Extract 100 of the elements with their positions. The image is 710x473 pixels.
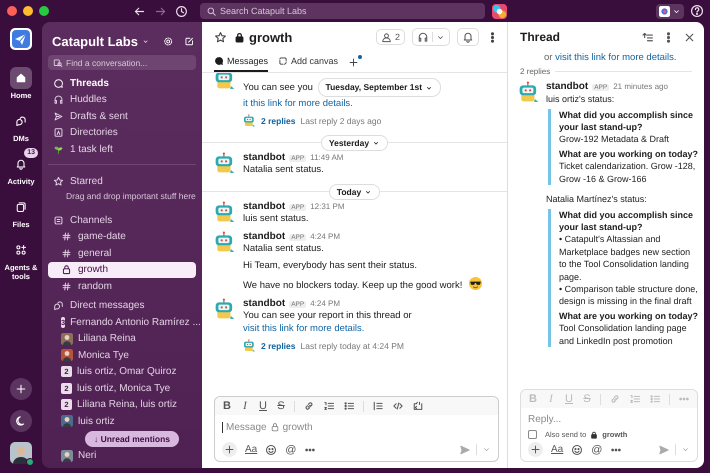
emoji-icon[interactable] [571,444,584,456]
home-icon [15,72,27,84]
search-icon [53,58,63,68]
add-button[interactable] [528,442,543,457]
message-time: 21 minutes ago [613,82,668,91]
speech-bubble-icon [214,56,224,66]
back-arrow-icon[interactable] [133,4,146,18]
person-icon [380,32,392,42]
notifications-button[interactable] [457,28,479,46]
quote-icon[interactable] [372,400,384,412]
dm-item[interactable]: Neri [48,448,196,464]
list-icon[interactable] [641,30,654,44]
message-field[interactable]: Message growth [215,415,498,439]
nav-item[interactable]: Threads [48,75,196,92]
date-pill[interactable]: Tuesday, September 1st [318,78,442,97]
channel-item[interactable]: general [48,245,196,262]
workspace-switcher[interactable] [656,4,684,18]
section-header[interactable]: Channels [48,212,196,228]
chat-bubbles-icon [15,115,27,127]
members-button[interactable]: 2 [376,29,405,45]
workspace-name[interactable]: Catapult Labs [52,34,138,48]
question-text: What are you working on today? [559,148,698,160]
bold-button[interactable]: B [222,400,232,412]
history-icon[interactable] [175,4,188,18]
forward-arrow-icon[interactable] [154,4,167,18]
settings-icon[interactable] [163,34,174,48]
files-icon [15,201,27,213]
numbered-list-icon[interactable] [323,400,335,412]
author-name[interactable]: standbot [243,201,286,212]
unread-mentions-button[interactable]: ↓ Unread mentions [84,430,180,446]
chat-bubbles-icon [53,300,64,312]
channel-item[interactable]: growth [48,262,196,278]
channel-item[interactable]: game-date [48,228,196,245]
link-icon[interactable] [303,400,315,412]
underline-button[interactable]: U [258,400,268,412]
date-pill[interactable]: Today [328,184,380,200]
search-field[interactable]: Find a conversation... [48,55,196,70]
channel-item[interactable]: random [48,278,196,294]
dm-item[interactable]: luis ortiz [48,413,196,430]
author-name[interactable]: standbot [243,298,286,309]
minimize-window-button[interactable] [23,6,33,16]
theme-button[interactable] [10,410,32,432]
lock-icon [590,430,598,438]
replies-link[interactable]: 2 replies [261,340,296,350]
message-text: luis sent status. [243,213,308,224]
message-text: Natalia sent status. [243,243,324,254]
section-header[interactable]: Starred [48,174,196,190]
author-name[interactable]: standbot [243,231,286,242]
nav-label: Directories [70,127,118,138]
section-header[interactable]: Direct messages [48,298,196,314]
mention-button[interactable]: @ [285,444,296,456]
close-icon[interactable] [683,30,696,44]
channel-title[interactable]: growth [249,30,292,44]
nav-item[interactable]: Drafts & sent [48,108,196,124]
nav-item[interactable]: Huddles [48,92,196,108]
dm-item[interactable]: Liliana Reina [48,330,196,347]
help-icon[interactable] [690,4,704,18]
nav-item[interactable]: Directories [48,124,196,141]
search-field[interactable]: Search Catapult Labs [200,3,485,19]
strikethrough-button[interactable]: S [276,400,286,412]
formatting-button[interactable]: Aa [245,444,258,455]
message-link[interactable]: visit this link for more [243,323,332,334]
message-link[interactable]: details. [322,98,353,109]
add-button[interactable] [222,442,237,457]
nav-item[interactable]: 1 task left [48,141,196,158]
code-block-icon[interactable] [412,400,424,412]
channel-tab[interactable]: Add canvas [278,52,338,72]
app-avatar-icon[interactable] [492,4,507,18]
dm-name: Neri [78,450,96,462]
date-pill[interactable]: Yesterday [320,135,388,151]
huddle-button[interactable] [412,28,450,46]
bulleted-list-icon[interactable] [343,400,355,412]
dm-name: Fernando Antonio Ramírez ... [70,316,201,328]
workspace-icon [659,6,670,16]
code-icon[interactable] [392,400,404,412]
reply-count: 2 replies [520,67,550,76]
message-link[interactable]: details. [334,323,364,334]
star-icon[interactable] [214,30,227,44]
italic-button[interactable]: I [240,400,250,412]
channel-tab[interactable]: Messages [214,52,268,72]
message-link[interactable]: it this link for more [243,98,320,109]
send-icon [53,110,64,122]
author-name[interactable]: standbot [243,152,286,163]
add-tab-button[interactable] [348,56,360,68]
zoom-window-button[interactable] [39,6,49,16]
emoji-icon[interactable] [265,444,278,456]
directory-icon [53,127,64,138]
close-window-button[interactable] [7,6,17,16]
dm-item[interactable]: Monica Tye [48,347,196,364]
channels-icon [53,214,64,226]
dm-name: Monica Tye [78,350,129,361]
add-button[interactable] [10,378,32,400]
workspace-logo[interactable] [10,28,32,50]
message-time: 12:31 PM [310,202,344,211]
replies-link[interactable]: 2 replies [261,116,296,126]
user-avatar[interactable] [10,442,32,464]
message-link[interactable]: visit this link for more details. [555,52,677,63]
author-name[interactable]: standbot [546,81,588,92]
robot-avatar [243,114,256,127]
dm-name: luis ortiz [78,416,115,427]
